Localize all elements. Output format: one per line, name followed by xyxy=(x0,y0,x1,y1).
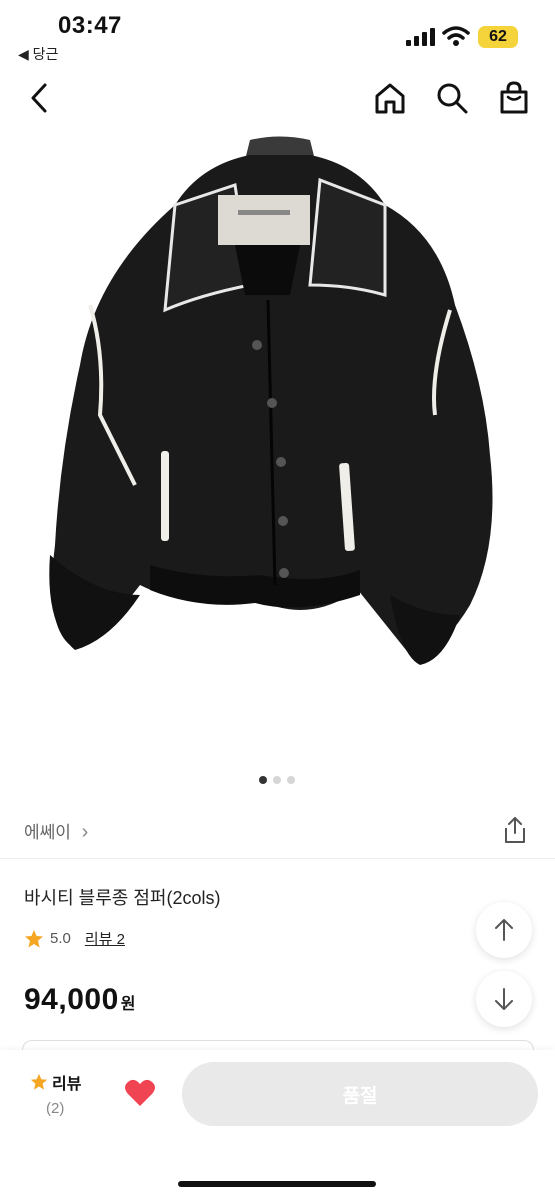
scroll-up-button[interactable] xyxy=(476,902,532,958)
arrow-down-icon xyxy=(495,988,513,1010)
carousel-dot[interactable] xyxy=(287,776,295,784)
cellular-signal-icon xyxy=(406,28,435,46)
wifi-icon xyxy=(442,26,470,46)
status-time: 03:47 xyxy=(58,12,122,39)
back-icon[interactable] xyxy=(22,80,58,116)
home-icon[interactable] xyxy=(372,80,408,116)
bottom-review-button[interactable]: 리뷰 xyxy=(30,1070,81,1094)
review-link[interactable]: 리뷰 2 xyxy=(85,928,125,949)
heart-icon[interactable] xyxy=(124,1078,156,1108)
divider xyxy=(0,858,555,859)
chevron-right-icon: › xyxy=(81,821,89,843)
bottom-review-count: (2) xyxy=(46,1100,65,1117)
price-unit: 원 xyxy=(120,996,136,1013)
scroll-down-button[interactable] xyxy=(476,971,532,1027)
search-icon[interactable] xyxy=(434,80,470,116)
carousel-dot[interactable] xyxy=(259,776,267,784)
price-value: 94,000 xyxy=(24,983,119,1016)
brand-link[interactable]: 에쎄이 › xyxy=(24,818,88,844)
rating-row: 5.0 리뷰 2 xyxy=(24,928,125,949)
bottom-review-label: 리뷰 xyxy=(52,1076,82,1093)
bag-icon[interactable] xyxy=(496,80,532,116)
battery-indicator: 62 xyxy=(478,26,518,48)
brand-name: 에쎄이 xyxy=(24,823,71,842)
product-title: 바시티 블루종 점퍼(2cols) xyxy=(24,888,221,908)
carousel-indicator xyxy=(259,776,295,784)
soldout-button[interactable]: 품절 xyxy=(182,1062,538,1126)
home-indicator xyxy=(178,1181,376,1187)
back-to-app-link[interactable]: ◀ 당근 xyxy=(18,44,58,64)
carousel-dot[interactable] xyxy=(273,776,281,784)
product-image[interactable] xyxy=(0,125,555,755)
arrow-up-icon xyxy=(495,919,513,941)
star-icon xyxy=(30,1073,48,1090)
share-icon[interactable] xyxy=(502,816,528,844)
rating-value: 5.0 xyxy=(50,930,71,947)
star-icon xyxy=(25,929,43,947)
product-price: 94,000 원 xyxy=(24,983,136,1017)
